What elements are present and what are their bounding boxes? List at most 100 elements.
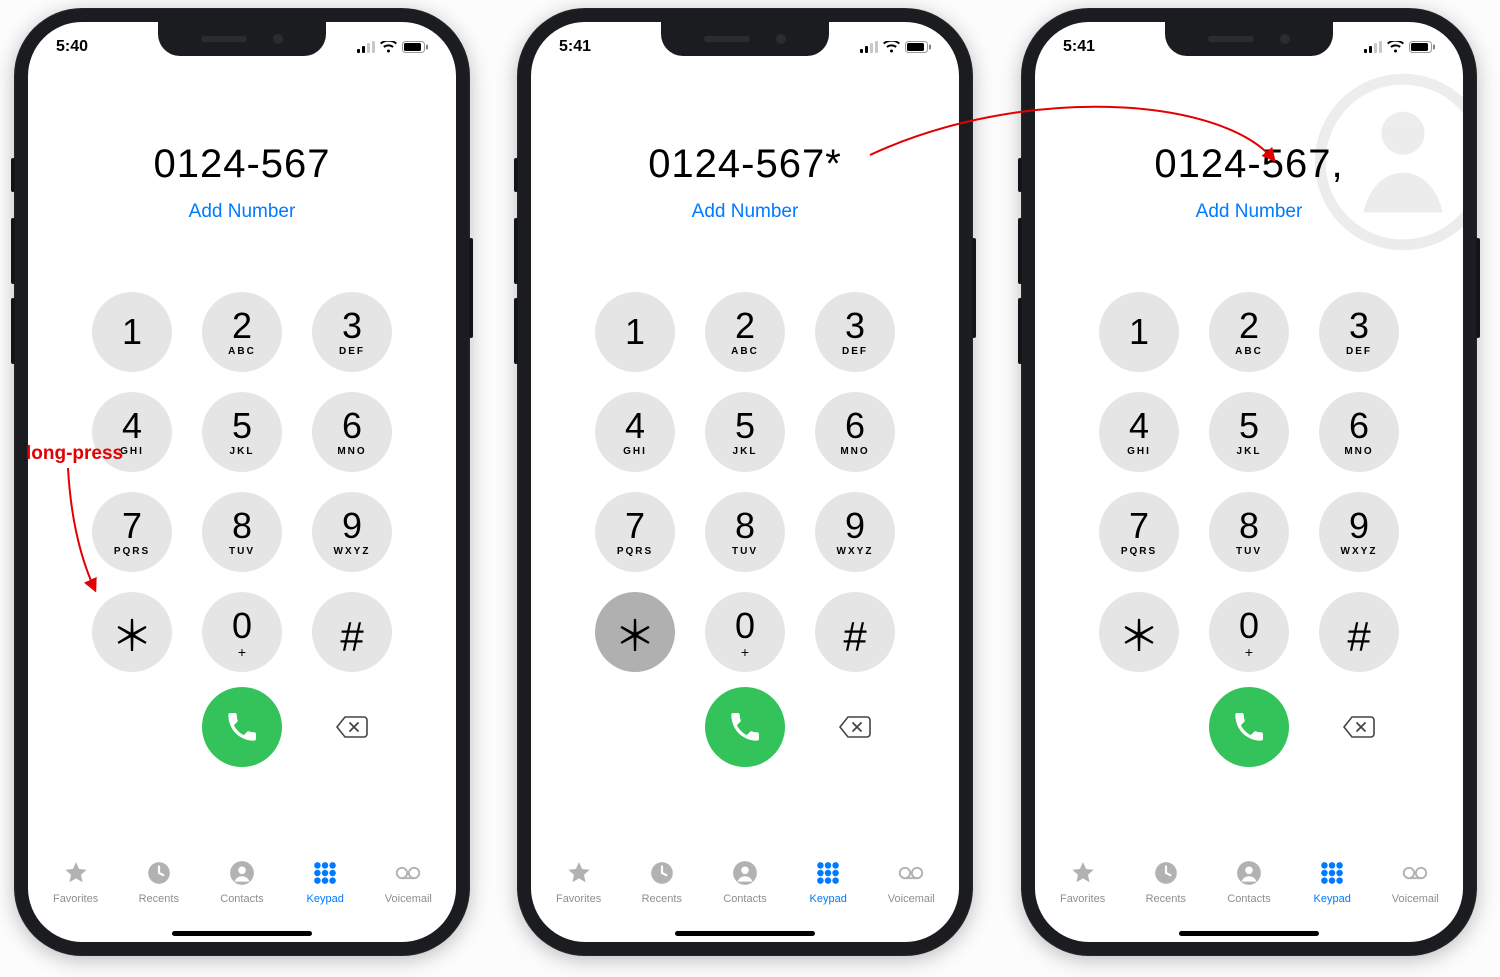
key-8[interactable]: 8TUV xyxy=(705,492,785,572)
key-9[interactable]: 9WXYZ xyxy=(312,492,392,572)
key-digit: 2 xyxy=(1239,308,1259,344)
tab-label: Recents xyxy=(139,893,179,905)
key-0[interactable]: 0+ xyxy=(1209,592,1289,672)
key-hash[interactable]: # xyxy=(1319,592,1399,672)
tab-label: Recents xyxy=(1146,893,1186,905)
key-5[interactable]: 5JKL xyxy=(1209,392,1289,472)
key-8[interactable]: 8TUV xyxy=(202,492,282,572)
key-digit: 1 xyxy=(625,314,645,350)
tab-recents[interactable]: Recents xyxy=(1130,860,1202,905)
tab-favorites[interactable]: Favorites xyxy=(543,860,615,905)
key-digit: # xyxy=(340,610,363,654)
status-time: 5:40 xyxy=(56,38,88,56)
tab-label: Voicemail xyxy=(888,893,935,905)
key-digit: 7 xyxy=(625,508,645,544)
key-hash[interactable]: # xyxy=(815,592,895,672)
key-star[interactable]: ＊ xyxy=(595,592,675,672)
tab-keypad[interactable]: Keypad xyxy=(792,860,864,905)
key-6[interactable]: 6MNO xyxy=(312,392,392,472)
key-4[interactable]: 4GHI xyxy=(92,392,172,472)
tab-keypad[interactable]: Keypad xyxy=(289,860,361,905)
key-subletters: GHI xyxy=(623,446,647,457)
keypad-icon xyxy=(312,860,338,889)
key-1[interactable]: 1 xyxy=(1099,292,1179,372)
add-number-link[interactable]: Add Number xyxy=(531,201,959,223)
key-4[interactable]: 4GHI xyxy=(1099,392,1179,472)
phone-screen: 5:41 0124-567, Add Number 12ABC3DEF4GHI5… xyxy=(1035,22,1463,942)
key-digit: # xyxy=(843,610,866,654)
key-digit: 0 xyxy=(735,608,755,644)
recents-icon xyxy=(649,860,675,889)
key-2[interactable]: 2ABC xyxy=(202,292,282,372)
key-5[interactable]: 5JKL xyxy=(202,392,282,472)
side-switch xyxy=(1018,158,1022,192)
key-7[interactable]: 7PQRS xyxy=(1099,492,1179,572)
key-4[interactable]: 4GHI xyxy=(595,392,675,472)
tab-recents[interactable]: Recents xyxy=(626,860,698,905)
delete-button[interactable] xyxy=(815,687,895,767)
key-digit: 2 xyxy=(735,308,755,344)
call-button[interactable] xyxy=(1209,687,1289,767)
key-3[interactable]: 3DEF xyxy=(312,292,392,372)
key-digit: 6 xyxy=(1349,408,1369,444)
tab-favorites[interactable]: Favorites xyxy=(40,860,112,905)
key-subletters: PQRS xyxy=(114,546,150,557)
delete-button[interactable] xyxy=(1319,687,1399,767)
tab-label: Voicemail xyxy=(385,893,432,905)
key-digit: 8 xyxy=(1239,508,1259,544)
key-hash[interactable]: # xyxy=(312,592,392,672)
tab-contacts[interactable]: Contacts xyxy=(1213,860,1285,905)
key-0[interactable]: 0+ xyxy=(202,592,282,672)
key-9[interactable]: 9WXYZ xyxy=(815,492,895,572)
key-7[interactable]: 7PQRS xyxy=(595,492,675,572)
tab-keypad[interactable]: Keypad xyxy=(1296,860,1368,905)
keypad-icon xyxy=(1319,860,1345,889)
key-5[interactable]: 5JKL xyxy=(705,392,785,472)
key-2[interactable]: 2ABC xyxy=(1209,292,1289,372)
tab-contacts[interactable]: Contacts xyxy=(206,860,278,905)
key-3[interactable]: 3DEF xyxy=(1319,292,1399,372)
key-6[interactable]: 6MNO xyxy=(815,392,895,472)
key-6[interactable]: 6MNO xyxy=(1319,392,1399,472)
phone-icon xyxy=(727,709,763,745)
key-subletters: TUV xyxy=(1236,546,1262,557)
key-digit: 6 xyxy=(342,408,362,444)
key-subletters: JKL xyxy=(230,446,255,457)
add-number-link[interactable]: Add Number xyxy=(28,201,456,223)
key-subletters: TUV xyxy=(229,546,255,557)
power-button xyxy=(1476,238,1480,338)
key-0[interactable]: 0+ xyxy=(705,592,785,672)
phone-frame: 5:41 0124-567* Add Number 12ABC3DEF4GHI5… xyxy=(517,8,973,956)
battery-icon xyxy=(402,41,428,53)
tab-label: Keypad xyxy=(307,893,344,905)
keypad: 1 2ABC 3DEF 4GHI 5JKL 6MNO 7PQRS 8 TUV 9WXYZ ＊ 0+ # xyxy=(1099,292,1399,672)
key-subletters: MNO xyxy=(840,446,869,457)
tab-voicemail[interactable]: Voicemail xyxy=(875,860,947,905)
key-2[interactable]: 2ABC xyxy=(705,292,785,372)
key-subletters: JKL xyxy=(1237,446,1262,457)
key-digit: 3 xyxy=(342,308,362,344)
call-button[interactable] xyxy=(202,687,282,767)
key-subletters: + xyxy=(741,648,749,656)
key-1[interactable]: 1 xyxy=(595,292,675,372)
key-digit: 1 xyxy=(122,314,142,350)
key-3[interactable]: 3DEF xyxy=(815,292,895,372)
tab-voicemail[interactable]: Voicemail xyxy=(372,860,444,905)
tab-favorites[interactable]: Favorites xyxy=(1047,860,1119,905)
favorites-icon xyxy=(1070,860,1096,889)
tab-bar: FavoritesRecentsContactsKeypad Voicemail xyxy=(531,860,959,930)
key-7[interactable]: 7PQRS xyxy=(92,492,172,572)
key-star[interactable]: ＊ xyxy=(1099,592,1179,672)
tab-voicemail[interactable]: Voicemail xyxy=(1379,860,1451,905)
tab-recents[interactable]: Recents xyxy=(123,860,195,905)
key-1[interactable]: 1 xyxy=(92,292,172,372)
call-button[interactable] xyxy=(705,687,785,767)
key-digit: 4 xyxy=(1129,408,1149,444)
delete-button[interactable] xyxy=(312,687,392,767)
key-star[interactable]: ＊ xyxy=(92,592,172,672)
tab-contacts[interactable]: Contacts xyxy=(709,860,781,905)
key-9[interactable]: 9WXYZ xyxy=(1319,492,1399,572)
key-8[interactable]: 8 TUV xyxy=(1209,492,1289,572)
key-subletters: JKL xyxy=(733,446,758,457)
key-digit: ＊ xyxy=(614,610,656,654)
